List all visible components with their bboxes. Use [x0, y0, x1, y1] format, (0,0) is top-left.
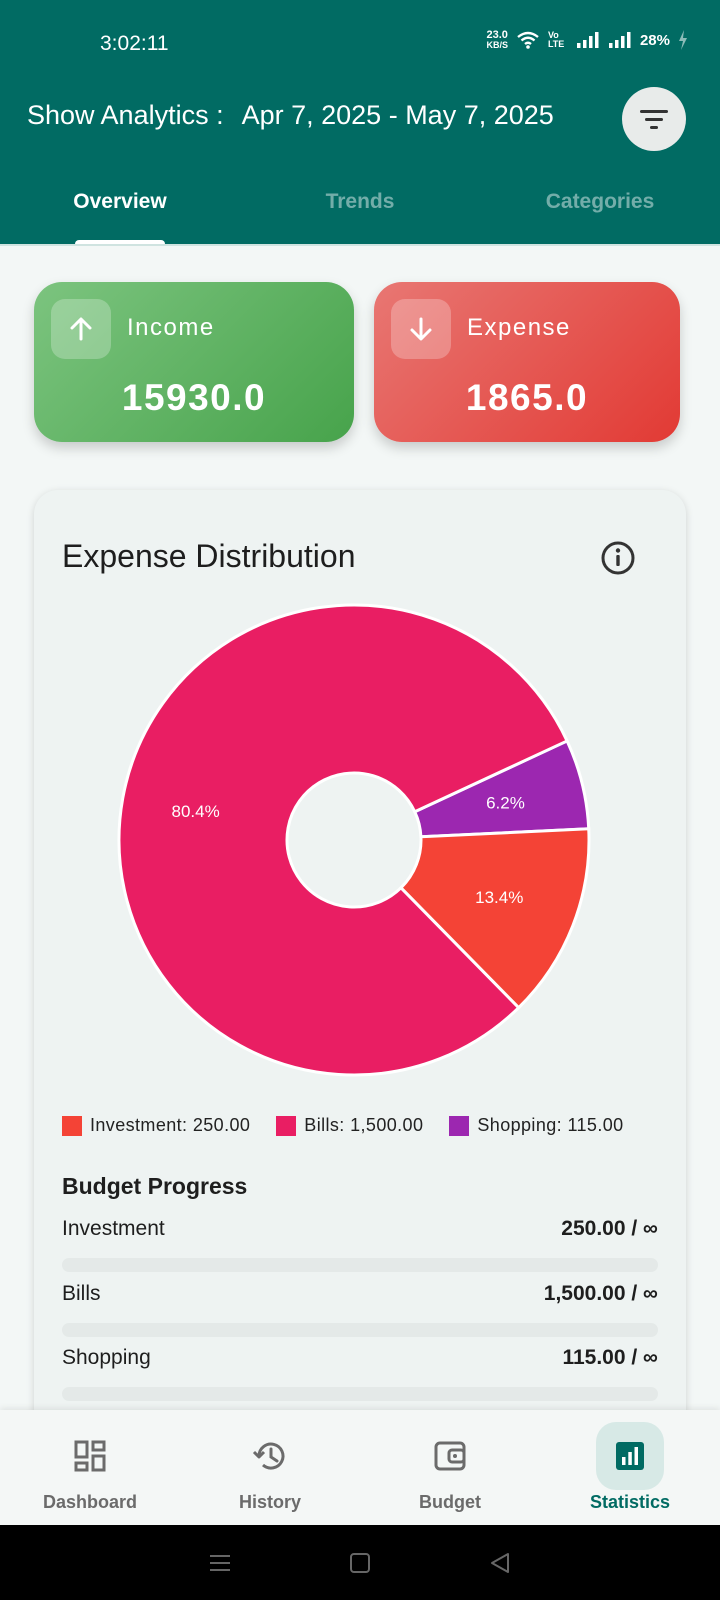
back-icon[interactable] [488, 1551, 512, 1575]
expense-distribution-card: Expense Distribution 6.2% 13.4% 80.4% Inve… [34, 490, 686, 1440]
net-speed: 23.0 KB/S [486, 29, 508, 51]
nav-dashboard-label: Dashboard [42, 1492, 138, 1512]
status-icons: 23.0 KB/S Vo LTE 28% [486, 30, 688, 50]
income-icon-box [51, 299, 111, 359]
budget-value: 250.00 / ∞ [561, 1217, 658, 1240]
income-value: 15930.0 [121, 377, 267, 418]
budget-label: Investment [62, 1217, 165, 1240]
analytics-header: Show Analytics : Apr 7, 2025 - May 7, 202… [27, 100, 554, 131]
charging-icon [679, 30, 687, 50]
pie-label-investment: 13.4% [475, 888, 523, 907]
legend-item: Bills: 1,500.00 [276, 1115, 423, 1136]
signal-icon-1 [576, 32, 599, 48]
budget-label: Shopping [62, 1346, 151, 1369]
chart-legend: Investment: 250.00 Bills: 1,500.00 Shoppin… [62, 1115, 650, 1136]
system-navigation-bar [0, 1525, 720, 1600]
net-speed-value: 23.0 [486, 29, 508, 41]
legend-label: Investment: 250.00 [90, 1115, 251, 1135]
expense-label: Expense [467, 314, 571, 341]
tab-overview-label: Overview [73, 190, 167, 213]
tab-categories-label: Categories [545, 190, 655, 213]
menu-icon[interactable] [208, 1552, 232, 1574]
nav-budget[interactable]: Budget [360, 1410, 540, 1525]
expense-icon-box [391, 299, 451, 359]
dashboard-icon [74, 1440, 106, 1472]
expense-value: 1865.0 [465, 377, 589, 418]
filter-button[interactable] [622, 87, 686, 151]
nav-dashboard[interactable]: Dashboard [0, 1410, 180, 1525]
budget-value: 115.00 / ∞ [562, 1346, 658, 1369]
net-speed-unit: KB/S [486, 40, 508, 50]
history-icon [252, 1442, 285, 1470]
income-card[interactable]: Income 15930.0 [34, 282, 354, 442]
nav-history[interactable]: History [180, 1410, 360, 1525]
nav-budget-icon-box [416, 1422, 484, 1490]
income-label: Income [127, 314, 215, 341]
nav-statistics[interactable]: Statistics [540, 1410, 720, 1525]
nav-history-icon-box [236, 1422, 304, 1490]
budget-progress-title: Budget Progress [62, 1173, 248, 1199]
legend-swatch [62, 1115, 82, 1136]
pie-label-bills: 80.4% [171, 802, 219, 821]
budget-label: Bills [62, 1282, 101, 1305]
budget-value: 1,500.00 / ∞ [543, 1282, 658, 1305]
arrow-up-icon [70, 317, 92, 341]
tab-categories[interactable]: Categories [480, 170, 720, 246]
nav-history-label: History [238, 1492, 301, 1512]
date-range[interactable]: Apr 7, 2025 - May 7, 2025 [242, 100, 554, 130]
legend-item: Shopping: 115.00 [449, 1115, 623, 1136]
budget-progress-bar [62, 1387, 658, 1401]
volte-icon: Vo LTE [547, 30, 565, 49]
wallet-icon [434, 1441, 466, 1471]
header-divider [0, 244, 720, 246]
expense-pie-chart: 6.2% 13.4% 80.4% [117, 603, 591, 1077]
analytics-title: Show Analytics : [27, 100, 224, 130]
arrow-down-icon [410, 317, 432, 341]
home-icon[interactable] [348, 1551, 372, 1575]
status-time: 3:02:11 [100, 32, 169, 55]
legend-label: Shopping: 115.00 [477, 1115, 624, 1135]
legend-label: Bills: 1,500.00 [304, 1115, 424, 1135]
nav-statistics-label: Statistics [589, 1492, 671, 1512]
nav-dashboard-icon-box [56, 1422, 124, 1490]
budget-progress-bar [62, 1258, 658, 1272]
expense-card[interactable]: Expense 1865.0 [374, 282, 680, 442]
legend-item: Investment: 250.00 [62, 1115, 250, 1136]
budget-progress-bar [62, 1323, 658, 1337]
tab-trends[interactable]: Trends [240, 170, 480, 246]
nav-budget-label: Budget [419, 1492, 481, 1512]
bottom-navigation: Dashboard History Budget Statistics [0, 1410, 720, 1525]
pie-label-shopping: 6.2% [486, 794, 525, 813]
app-header: 3:02:11 23.0 KB/S Vo LTE 28% Show Analyt… [0, 0, 720, 246]
legend-swatch [449, 1115, 470, 1136]
battery-percent: 28% [639, 31, 670, 49]
nav-statistics-icon-box [596, 1422, 664, 1490]
legend-swatch [276, 1115, 297, 1136]
tab-trends-label: Trends [325, 190, 395, 213]
signal-icon-2 [608, 32, 631, 48]
bar-chart-icon [616, 1442, 644, 1470]
tab-bar: Overview Trends Categories [0, 170, 720, 246]
filter-icon [640, 110, 668, 129]
tab-overview[interactable]: Overview [0, 170, 240, 246]
wifi-icon [517, 31, 539, 49]
